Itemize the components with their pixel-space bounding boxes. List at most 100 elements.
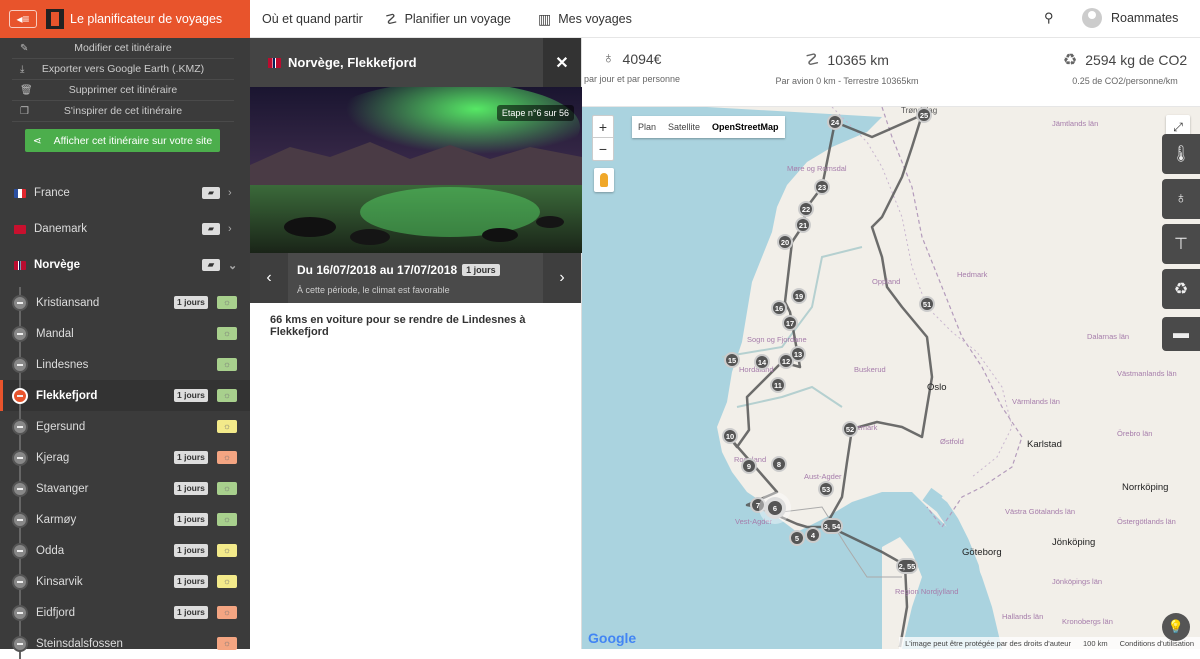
terms-link[interactable]: Conditions d'utilisation (1120, 639, 1194, 648)
sun-icon: ☼ (217, 420, 237, 433)
map-marker[interactable]: 23 (814, 179, 830, 195)
stop-item-current[interactable]: Flekkefjord 1 jours ☼ (0, 380, 250, 411)
map-marker[interactable]: 17 (782, 315, 798, 331)
recycle-tool-icon[interactable]: ♻ (1162, 269, 1200, 309)
edit-itinerary-button[interactable]: ✎ Modifier cet itinéraire (12, 38, 234, 59)
nav-label: Mes voyages (558, 12, 632, 26)
stop-item[interactable]: Kinsarvik 1 jours ☼ (0, 566, 250, 597)
country-name: France (34, 187, 70, 199)
map-type-plan[interactable]: Plan (632, 116, 662, 138)
action-label: Modifier cet itinéraire (74, 42, 172, 54)
stop-item[interactable]: Steinsdalsfossen ☼ (0, 628, 250, 659)
map-marker[interactable]: 19 (791, 288, 807, 304)
google-logo: Google (588, 630, 637, 646)
chevron-down-icon[interactable]: ⌄ (228, 259, 237, 272)
days-badge: 1 jours (174, 513, 208, 526)
map-marker[interactable]: 16 (771, 300, 787, 316)
map-marker[interactable]: 52 (842, 421, 858, 437)
map-marker[interactable]: 3, 54 (821, 518, 843, 534)
map-marker[interactable]: 21 (795, 217, 811, 233)
days-badge: 1 jours (174, 296, 208, 309)
place-label: Hallands län (1002, 612, 1044, 621)
zoom-in-button[interactable]: + (593, 116, 613, 138)
country-france[interactable]: France ▰ › (0, 175, 250, 211)
country-norvege[interactable]: Norvège ▰ ⌄ (0, 247, 250, 283)
nav-where-when[interactable]: Où et quand partir (262, 0, 363, 38)
thermometer-icon[interactable]: 🌡 (1162, 134, 1200, 174)
date-range-text: Du 16/07/2018 au 17/07/2018 (297, 263, 458, 277)
zoom-out-button[interactable]: − (593, 138, 613, 160)
user-menu[interactable]: Roammates (1082, 8, 1178, 28)
map-marker[interactable]: 9 (741, 458, 757, 474)
stats-bar: ♁ 4094€ par jour et par personne ☡ 10365 km… (582, 38, 1200, 107)
map-type-openstreetmap[interactable]: OpenStreetMap (706, 116, 785, 138)
route-icon: ☡ (385, 10, 398, 27)
stop-item[interactable]: Egersund ☼ (0, 411, 250, 442)
map-marker-current[interactable]: 6 (764, 497, 786, 519)
country-danemark[interactable]: Danemark ▰ › (0, 211, 250, 247)
map-marker[interactable]: 22 (798, 201, 814, 217)
back-button[interactable]: ◂≡ (0, 0, 46, 38)
delete-itinerary-button[interactable]: 🗑 Supprimer cet itinéraire (12, 80, 234, 101)
signpost-icon[interactable]: ⊤ (1162, 224, 1200, 264)
share-itinerary-button[interactable]: ⋖ Afficher cet itinéraire sur votre site (25, 129, 220, 152)
map-type-control: Plan Satellite OpenStreetMap (632, 116, 785, 138)
stop-item[interactable]: Mandal ☼ (0, 318, 250, 349)
stop-item[interactable]: Odda 1 jours ☼ (0, 535, 250, 566)
stop-item[interactable]: Kjerag 1 jours ☼ (0, 442, 250, 473)
stop-name: Odda (36, 544, 65, 557)
guidebook-icon[interactable]: ▰ (202, 187, 220, 199)
stop-item[interactable]: Kristiansand 1 jours ☼ (0, 287, 250, 318)
stop-name: Egersund (36, 420, 86, 433)
inspire-itinerary-button[interactable]: ❐ S'inspirer de cet itinéraire (12, 101, 234, 122)
piggy-bank-tool-icon[interactable]: ♁ (1162, 179, 1200, 219)
place-label: Västra Götalands län (1005, 507, 1076, 516)
car-tool-icon[interactable]: ▬ (1162, 317, 1200, 351)
distance-sub: Par avion 0 km - Terrestre 10365km (775, 76, 919, 86)
map-marker[interactable]: 4 (805, 527, 821, 543)
map-marker[interactable]: 5 (789, 530, 805, 546)
map-type-satellite[interactable]: Satellite (662, 116, 706, 138)
nav-plan-trip[interactable]: ☡ Planifier un voyage (385, 0, 511, 38)
place-label: Örebro län (1117, 429, 1153, 438)
nav-my-trips[interactable]: ▥ Mes voyages (538, 0, 632, 38)
place-label: Buskerud (854, 365, 886, 374)
cost-sub: par jour et par personne (583, 74, 681, 84)
map-marker[interactable]: 8 (771, 456, 787, 472)
next-stage-button[interactable]: › (543, 253, 581, 303)
map-marker[interactable]: 10 (722, 428, 738, 444)
app-title: Le planificateur de voyages (70, 12, 223, 26)
chevron-right-icon[interactable]: › (228, 223, 232, 235)
stop-item[interactable]: Stavanger 1 jours ☼ (0, 473, 250, 504)
stage-description: 66 kms en voiture pour se rendre de Lind… (270, 314, 526, 338)
search-icon[interactable]: ⚲ (1044, 10, 1054, 26)
sun-icon: ☼ (217, 327, 237, 340)
chevron-right-icon[interactable]: › (228, 187, 232, 199)
street-view-pegman-icon[interactable] (594, 168, 614, 192)
map-marker[interactable]: 11 (770, 377, 786, 393)
map-marker[interactable]: 2, 55 (896, 558, 918, 574)
car-icon (12, 574, 28, 590)
map-marker[interactable]: 14 (754, 354, 770, 370)
map-marker[interactable]: 51 (919, 296, 935, 312)
days-badge: 1 jours (174, 606, 208, 619)
map-marker[interactable]: 25 (916, 107, 932, 123)
place-label: Jönköping (1052, 537, 1096, 548)
lightbulb-help-icon[interactable]: 💡 (1162, 613, 1190, 641)
place-label: Hedmark (957, 270, 988, 279)
stop-name: Mandal (36, 327, 74, 340)
map-marker[interactable]: 13 (790, 346, 806, 362)
stop-item[interactable]: Eidfjord 1 jours ☼ (0, 597, 250, 628)
prev-stage-button[interactable]: ‹ (250, 253, 288, 303)
stop-item[interactable]: Lindesnes ☼ (0, 349, 250, 380)
guidebook-icon[interactable]: ▰ (202, 223, 220, 235)
map-marker[interactable]: 15 (724, 352, 740, 368)
map-marker[interactable]: 24 (827, 114, 843, 130)
guidebook-icon[interactable]: ▰ (202, 259, 220, 271)
export-kmz-button[interactable]: ⤓ Exporter vers Google Earth (.KMZ) (12, 59, 234, 80)
stop-item[interactable]: Karmøy 1 jours ☼ (0, 504, 250, 535)
car-icon (12, 636, 28, 652)
map-marker[interactable]: 20 (777, 234, 793, 250)
map[interactable]: + − Plan Satellite OpenStreetMap ⤢ 🌡 ♁ ⊤ … (582, 107, 1200, 649)
map-marker[interactable]: 53 (818, 481, 834, 497)
